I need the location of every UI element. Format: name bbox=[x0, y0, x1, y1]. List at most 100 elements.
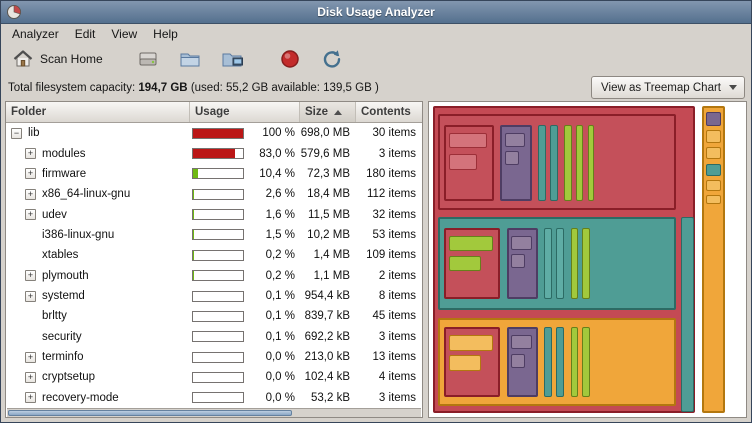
usage-bar bbox=[192, 331, 244, 342]
stop-record-icon bbox=[279, 48, 301, 70]
table-row[interactable]: +cryptsetup0,0 %102,4 kB4 items bbox=[6, 367, 422, 387]
treemap-rect[interactable] bbox=[544, 327, 552, 397]
treemap-rect[interactable] bbox=[511, 335, 531, 349]
treemap-rect[interactable] bbox=[449, 133, 486, 148]
view-mode-dropdown[interactable]: View as Treemap Chart bbox=[591, 76, 745, 99]
treemap-rect[interactable] bbox=[538, 125, 546, 201]
table-row[interactable]: +firmware10,4 %72,3 MB180 items bbox=[6, 164, 422, 184]
table-row[interactable]: +modules83,0 %579,6 MB3 items bbox=[6, 143, 422, 163]
treemap-rect[interactable] bbox=[449, 355, 480, 370]
folder-name: security bbox=[42, 331, 82, 343]
column-label: Size bbox=[305, 106, 328, 118]
expand-expander-icon[interactable]: + bbox=[25, 209, 36, 220]
usage-bar bbox=[192, 189, 244, 200]
capacity-label: Total filesystem capacity: bbox=[8, 82, 135, 94]
treemap-rect[interactable] bbox=[706, 147, 722, 159]
size-value: 692,2 kB bbox=[300, 331, 356, 343]
titlebar[interactable]: Disk Usage Analyzer bbox=[1, 1, 751, 24]
size-value: 72,3 MB bbox=[300, 168, 356, 180]
scan-folder-button[interactable] bbox=[173, 45, 207, 73]
scan-remote-folder-button[interactable] bbox=[215, 45, 251, 73]
app-icon bbox=[6, 4, 22, 20]
treemap-rect[interactable] bbox=[582, 228, 589, 299]
menu-analyzer[interactable]: Analyzer bbox=[4, 24, 67, 44]
expand-expander-icon[interactable]: + bbox=[25, 392, 36, 403]
expand-expander-icon[interactable]: + bbox=[25, 270, 36, 281]
usage-percent: 1,5 % bbox=[266, 229, 295, 241]
treemap-rect[interactable] bbox=[511, 354, 525, 368]
usage-bar-fill bbox=[193, 190, 194, 199]
expand-expander-icon[interactable]: + bbox=[25, 352, 36, 363]
folder-name: firmware bbox=[42, 168, 86, 180]
treemap-rect[interactable] bbox=[681, 217, 693, 411]
treemap-rect[interactable] bbox=[706, 112, 722, 126]
folder-name: terminfo bbox=[42, 351, 84, 363]
table-row[interactable]: +udev1,6 %11,5 MB32 items bbox=[6, 204, 422, 224]
treemap-rect[interactable] bbox=[706, 195, 722, 204]
menu-edit[interactable]: Edit bbox=[67, 24, 104, 44]
expand-expander-icon[interactable]: + bbox=[25, 372, 36, 383]
table-row[interactable]: +systemd0,1 %954,4 kB8 items bbox=[6, 286, 422, 306]
scan-filesystem-button[interactable] bbox=[131, 45, 165, 73]
contents-value: 32 items bbox=[356, 209, 422, 221]
expand-expander-icon[interactable]: + bbox=[25, 148, 36, 159]
treemap-rect[interactable] bbox=[588, 125, 595, 201]
treemap-rect[interactable] bbox=[556, 327, 564, 397]
usage-percent: 0,1 % bbox=[266, 331, 295, 343]
treemap-rect[interactable] bbox=[706, 180, 722, 191]
treemap-rect[interactable] bbox=[582, 327, 589, 397]
treemap-rect[interactable] bbox=[449, 256, 480, 271]
contents-value: 4 items bbox=[356, 371, 422, 383]
treemap-canvas[interactable] bbox=[432, 105, 743, 414]
treemap-rect[interactable] bbox=[571, 327, 578, 397]
table-row[interactable]: +x86_64-linux-gnu2,6 %18,4 MB112 items bbox=[6, 184, 422, 204]
scan-home-button[interactable]: Scan Home bbox=[6, 45, 109, 73]
remote-folder-icon bbox=[221, 48, 245, 70]
treemap-rect[interactable] bbox=[505, 151, 519, 165]
table-row[interactable]: i386-linux-gnu1,5 %10,2 MB53 items bbox=[6, 225, 422, 245]
collapse-expander-icon[interactable]: − bbox=[11, 128, 22, 139]
treemap-rect[interactable] bbox=[556, 228, 564, 299]
treemap-rect[interactable] bbox=[449, 236, 493, 251]
treemap-rect[interactable] bbox=[564, 125, 571, 201]
expand-expander-icon[interactable]: + bbox=[25, 189, 36, 200]
treemap-rect[interactable] bbox=[706, 130, 722, 142]
refresh-button[interactable] bbox=[315, 45, 349, 73]
usage-bar bbox=[192, 270, 244, 281]
stop-button[interactable] bbox=[273, 45, 307, 73]
column-header-size[interactable]: Size bbox=[300, 102, 356, 122]
table-row[interactable]: security0,1 %692,2 kB3 items bbox=[6, 327, 422, 347]
treemap-rect[interactable] bbox=[505, 133, 525, 147]
column-header-contents[interactable]: Contents bbox=[356, 102, 422, 122]
folder-tree-panel: Folder Usage Size Contents −lib100 %698,… bbox=[5, 101, 423, 418]
treemap-rect[interactable] bbox=[544, 228, 552, 299]
usage-bar-fill bbox=[193, 169, 198, 178]
treemap-rect[interactable] bbox=[449, 335, 493, 350]
table-row[interactable]: xtables0,2 %1,4 MB109 items bbox=[6, 245, 422, 265]
menu-view[interactable]: View bbox=[103, 24, 145, 44]
table-row[interactable]: +terminfo0,0 %213,0 kB13 items bbox=[6, 347, 422, 367]
column-header-usage[interactable]: Usage bbox=[190, 102, 300, 122]
treemap-rect[interactable] bbox=[511, 236, 531, 250]
treemap-rect[interactable] bbox=[576, 125, 583, 201]
table-row[interactable]: +plymouth0,2 %1,1 MB2 items bbox=[6, 266, 422, 286]
horizontal-scrollbar[interactable] bbox=[7, 408, 421, 417]
chevron-down-icon bbox=[729, 85, 737, 90]
scrollbar-thumb[interactable] bbox=[8, 410, 292, 416]
table-row[interactable]: brltty0,1 %839,7 kB45 items bbox=[6, 306, 422, 326]
treemap-rect[interactable] bbox=[511, 254, 525, 268]
usage-percent: 0,2 % bbox=[266, 249, 295, 261]
sort-ascending-icon bbox=[334, 110, 342, 115]
treemap-rect[interactable] bbox=[571, 228, 578, 299]
menu-help[interactable]: Help bbox=[145, 24, 186, 44]
table-header: Folder Usage Size Contents bbox=[6, 102, 422, 123]
table-row[interactable]: +recovery-mode0,0 %53,2 kB3 items bbox=[6, 388, 422, 408]
expand-expander-icon[interactable]: + bbox=[25, 168, 36, 179]
treemap-rect[interactable] bbox=[706, 164, 722, 176]
table-row[interactable]: −lib100 %698,0 MB30 items bbox=[6, 123, 422, 143]
usage-bar bbox=[192, 372, 244, 383]
column-header-folder[interactable]: Folder bbox=[6, 102, 190, 122]
expand-expander-icon[interactable]: + bbox=[25, 291, 36, 302]
treemap-rect[interactable] bbox=[449, 154, 477, 169]
treemap-rect[interactable] bbox=[550, 125, 558, 201]
